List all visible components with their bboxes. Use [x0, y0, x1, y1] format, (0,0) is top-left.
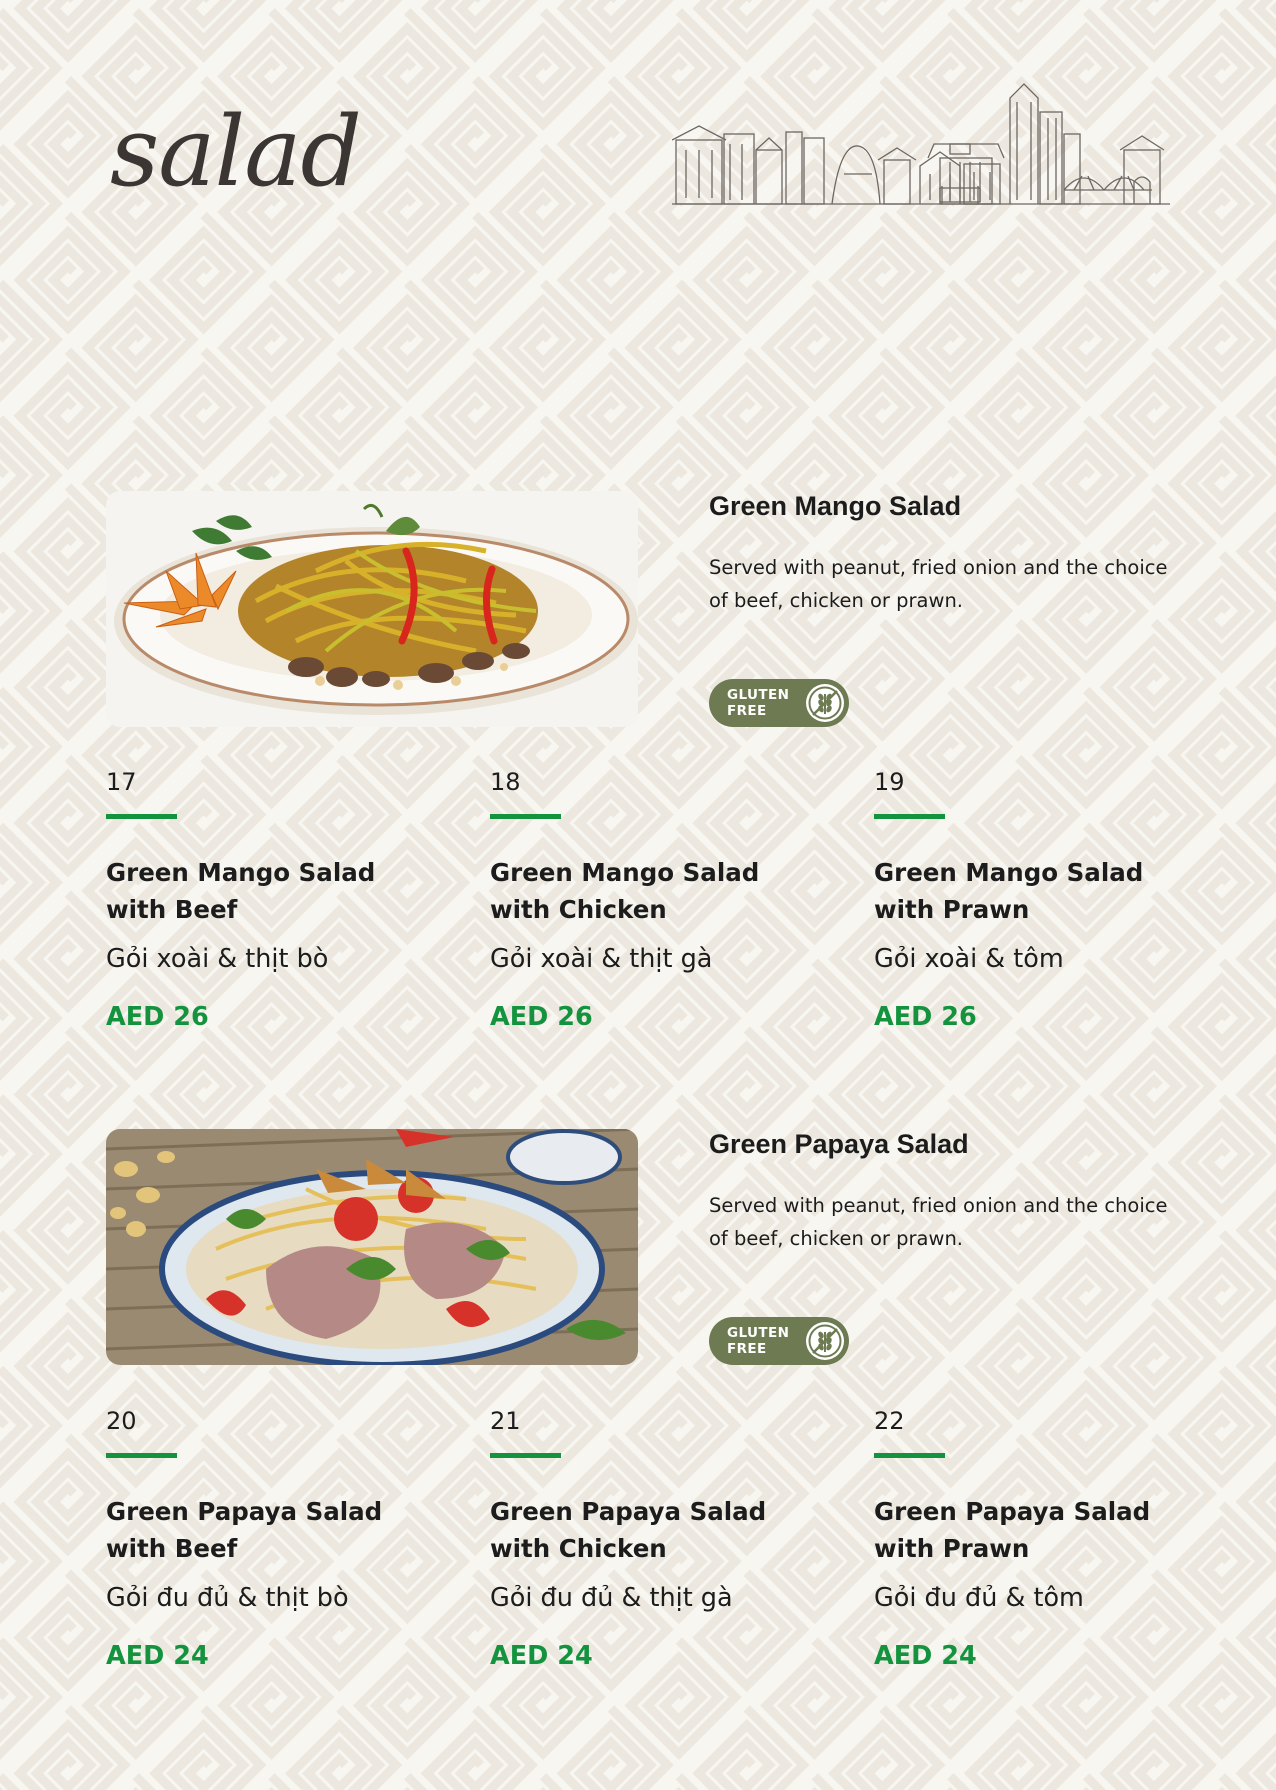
item-vietnamese-name: Gỏi đu đủ & thịt bò [106, 1583, 349, 1613]
item-divider [106, 1453, 177, 1458]
item-vietnamese-name: Gỏi xoài & tôm [874, 944, 1064, 974]
item-number: 21 [490, 1407, 521, 1435]
badge-label: GLUTEN FREE [727, 687, 790, 719]
item-price: AED 26 [874, 1002, 977, 1032]
item-price: AED 26 [490, 1002, 593, 1032]
item-divider [490, 814, 561, 819]
item-vietnamese-name: Gỏi xoài & thịt gà [490, 944, 713, 974]
gluten-free-badge: GLUTEN FREE [709, 679, 849, 727]
green-mango-salad-photo [106, 491, 638, 727]
dish-description: Served with peanut, fried onion and the … [709, 556, 1168, 612]
city-skyline-illustration [672, 83, 1170, 205]
green-papaya-salad-photo [106, 1129, 638, 1365]
gluten-free-badge: GLUTEN FREE [709, 1317, 849, 1365]
item-name: Green Mango Salad with Chicken [490, 858, 760, 924]
wheat-icon [806, 684, 844, 722]
page-title: salad [110, 96, 362, 208]
dish-name: Green Papaya Salad [709, 1129, 969, 1159]
badge-label: GLUTEN FREE [727, 1325, 790, 1357]
menu-page: salad Green Mango Salad Served with pean… [0, 0, 1276, 1790]
item-number: 19 [874, 768, 905, 796]
item-price: AED 24 [106, 1641, 209, 1671]
item-name: Green Papaya Salad with Chicken [490, 1497, 767, 1563]
item-number: 17 [106, 768, 137, 796]
item-vietnamese-name: Gỏi đu đủ & thịt gà [490, 1583, 733, 1613]
dish-name: Green Mango Salad [709, 491, 962, 521]
item-vietnamese-name: Gỏi xoài & thịt bò [106, 944, 329, 974]
item-name: Green Papaya Salad with Beef [106, 1497, 383, 1563]
item-price: AED 26 [106, 1002, 209, 1032]
item-name: Green Papaya Salad with Prawn [874, 1497, 1151, 1563]
item-number: 18 [490, 768, 521, 796]
wheat-icon [806, 1322, 844, 1360]
item-number: 20 [106, 1407, 137, 1435]
item-vietnamese-name: Gỏi đu đủ & tôm [874, 1583, 1084, 1613]
item-divider [874, 1453, 945, 1458]
item-number: 22 [874, 1407, 905, 1435]
item-price: AED 24 [490, 1641, 593, 1671]
item-name: Green Mango Salad with Beef [106, 858, 376, 924]
item-price: AED 24 [874, 1641, 977, 1671]
item-divider [490, 1453, 561, 1458]
dish-description: Served with peanut, fried onion and the … [709, 1194, 1168, 1250]
item-divider [874, 814, 945, 819]
item-name: Green Mango Salad with Prawn [874, 858, 1144, 924]
item-divider [106, 814, 177, 819]
